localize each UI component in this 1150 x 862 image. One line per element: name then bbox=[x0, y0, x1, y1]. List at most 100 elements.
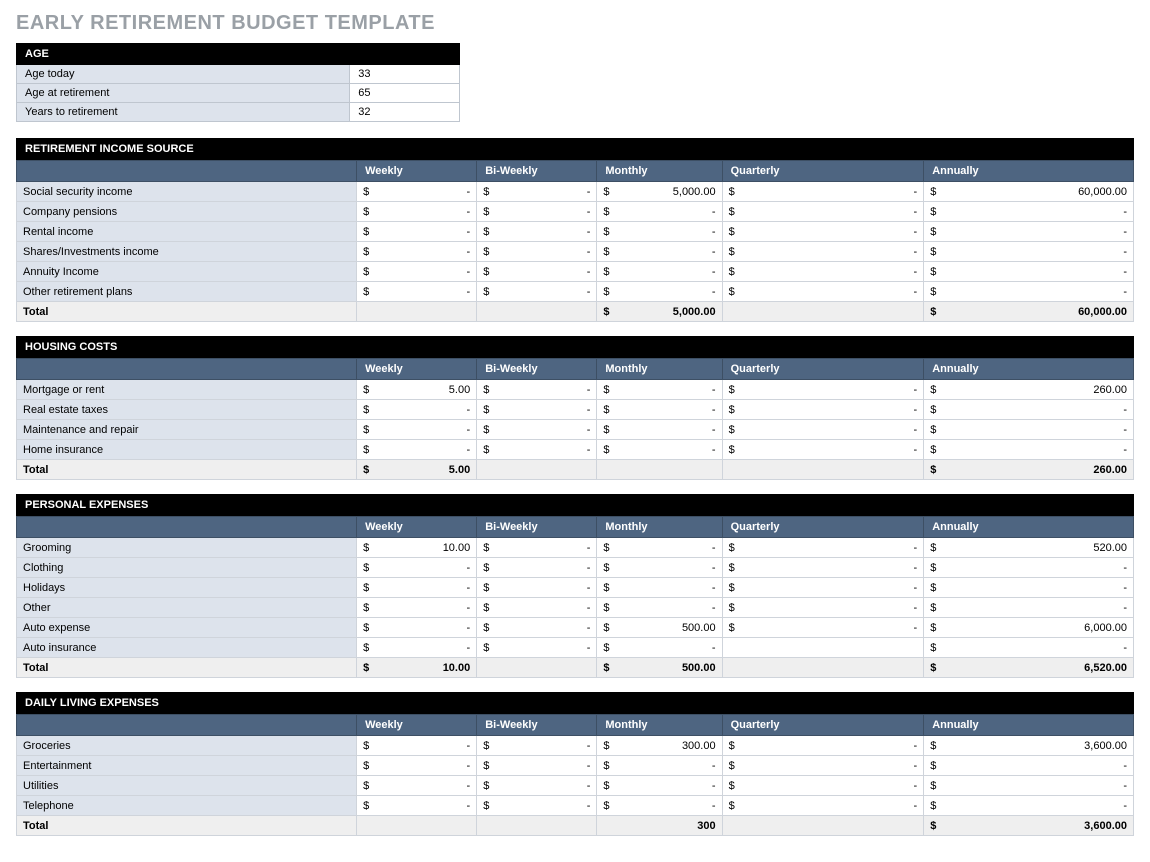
amount-cell[interactable]: - bbox=[740, 578, 923, 598]
amount-cell[interactable]: - bbox=[615, 796, 722, 816]
amount-cell[interactable]: - bbox=[740, 558, 923, 578]
amount-cell[interactable]: - bbox=[942, 222, 1133, 242]
amount-cell[interactable]: - bbox=[375, 222, 477, 242]
amount-cell[interactable]: 520.00 bbox=[942, 538, 1133, 558]
amount-cell[interactable]: - bbox=[495, 578, 597, 598]
age-value[interactable]: 33 bbox=[350, 65, 460, 84]
amount-cell[interactable]: - bbox=[740, 262, 923, 282]
amount-cell[interactable]: - bbox=[615, 222, 722, 242]
amount-cell[interactable]: 500.00 bbox=[615, 618, 722, 638]
amount-cell[interactable]: - bbox=[375, 282, 477, 302]
amount-cell[interactable]: - bbox=[740, 598, 923, 618]
amount-cell[interactable]: - bbox=[615, 578, 722, 598]
amount-cell[interactable]: - bbox=[942, 440, 1133, 460]
amount-cell[interactable]: - bbox=[375, 638, 477, 658]
amount-cell[interactable]: - bbox=[615, 420, 722, 440]
amount-cell[interactable]: 260.00 bbox=[942, 380, 1133, 400]
amount-cell[interactable]: - bbox=[375, 182, 477, 202]
amount-cell[interactable]: - bbox=[740, 400, 923, 420]
amount-cell[interactable]: - bbox=[375, 578, 477, 598]
amount-cell[interactable]: - bbox=[495, 282, 597, 302]
amount-cell[interactable]: - bbox=[740, 756, 923, 776]
amount-cell[interactable]: - bbox=[495, 638, 597, 658]
amount-cell[interactable]: - bbox=[495, 558, 597, 578]
amount-cell[interactable]: - bbox=[495, 538, 597, 558]
amount-cell[interactable]: 6,000.00 bbox=[942, 618, 1133, 638]
amount-cell[interactable]: - bbox=[740, 182, 923, 202]
amount-cell[interactable]: - bbox=[495, 242, 597, 262]
amount-cell[interactable]: - bbox=[740, 282, 923, 302]
amount-cell[interactable]: - bbox=[615, 598, 722, 618]
amount-cell[interactable]: - bbox=[375, 796, 477, 816]
amount-cell[interactable]: - bbox=[942, 756, 1133, 776]
amount-cell[interactable]: - bbox=[615, 756, 722, 776]
age-value[interactable]: 32 bbox=[350, 103, 460, 122]
amount-cell[interactable]: - bbox=[942, 400, 1133, 420]
amount-cell[interactable]: - bbox=[495, 598, 597, 618]
amount-cell[interactable]: - bbox=[615, 282, 722, 302]
amount-cell[interactable]: - bbox=[375, 420, 477, 440]
amount-cell[interactable]: - bbox=[740, 538, 923, 558]
amount-cell[interactable]: - bbox=[375, 776, 477, 796]
amount-cell[interactable]: - bbox=[615, 440, 722, 460]
amount-cell[interactable]: - bbox=[740, 420, 923, 440]
amount-cell[interactable]: - bbox=[942, 262, 1133, 282]
amount-cell[interactable]: - bbox=[942, 202, 1133, 222]
amount-cell[interactable]: - bbox=[495, 400, 597, 420]
amount-cell[interactable]: - bbox=[740, 222, 923, 242]
amount-cell[interactable]: 60,000.00 bbox=[942, 182, 1133, 202]
amount-cell[interactable]: - bbox=[942, 242, 1133, 262]
amount-cell[interactable]: - bbox=[942, 282, 1133, 302]
amount-cell[interactable]: - bbox=[495, 796, 597, 816]
amount-cell[interactable]: - bbox=[615, 380, 722, 400]
amount-cell[interactable] bbox=[740, 638, 923, 658]
amount-cell[interactable]: - bbox=[495, 756, 597, 776]
amount-cell[interactable]: - bbox=[375, 558, 477, 578]
amount-cell[interactable]: - bbox=[495, 736, 597, 756]
amount-cell[interactable]: - bbox=[495, 440, 597, 460]
amount-cell[interactable]: - bbox=[495, 776, 597, 796]
amount-cell[interactable]: - bbox=[615, 400, 722, 420]
amount-cell[interactable]: - bbox=[942, 796, 1133, 816]
amount-cell[interactable]: 3,600.00 bbox=[942, 736, 1133, 756]
amount-cell[interactable]: - bbox=[375, 242, 477, 262]
amount-cell[interactable]: - bbox=[375, 262, 477, 282]
amount-cell[interactable]: - bbox=[495, 202, 597, 222]
amount-cell[interactable]: - bbox=[495, 618, 597, 638]
amount-cell[interactable]: - bbox=[375, 756, 477, 776]
amount-cell[interactable]: - bbox=[740, 796, 923, 816]
amount-cell[interactable]: - bbox=[615, 242, 722, 262]
amount-cell[interactable]: - bbox=[740, 380, 923, 400]
amount-cell[interactable]: - bbox=[375, 400, 477, 420]
amount-cell[interactable]: - bbox=[942, 578, 1133, 598]
amount-cell[interactable]: - bbox=[942, 776, 1133, 796]
amount-cell[interactable]: 10.00 bbox=[375, 538, 477, 558]
amount-cell[interactable]: 300.00 bbox=[615, 736, 722, 756]
amount-cell[interactable]: - bbox=[740, 242, 923, 262]
amount-cell[interactable]: 5.00 bbox=[375, 380, 477, 400]
amount-cell[interactable]: - bbox=[495, 420, 597, 440]
amount-cell[interactable]: - bbox=[615, 558, 722, 578]
amount-cell[interactable]: - bbox=[375, 618, 477, 638]
age-value[interactable]: 65 bbox=[350, 84, 460, 103]
amount-cell[interactable]: - bbox=[740, 202, 923, 222]
amount-cell[interactable]: - bbox=[740, 440, 923, 460]
amount-cell[interactable]: - bbox=[942, 598, 1133, 618]
amount-cell[interactable]: - bbox=[495, 262, 597, 282]
amount-cell[interactable]: - bbox=[375, 440, 477, 460]
amount-cell[interactable]: - bbox=[495, 182, 597, 202]
amount-cell[interactable]: - bbox=[495, 380, 597, 400]
amount-cell[interactable]: - bbox=[615, 538, 722, 558]
amount-cell[interactable]: - bbox=[942, 420, 1133, 440]
amount-cell[interactable]: - bbox=[375, 736, 477, 756]
amount-cell[interactable]: - bbox=[495, 222, 597, 242]
amount-cell[interactable]: - bbox=[942, 558, 1133, 578]
amount-cell[interactable]: - bbox=[615, 262, 722, 282]
amount-cell[interactable]: - bbox=[615, 776, 722, 796]
amount-cell[interactable]: - bbox=[740, 776, 923, 796]
amount-cell[interactable]: - bbox=[942, 638, 1133, 658]
amount-cell[interactable]: - bbox=[740, 736, 923, 756]
amount-cell[interactable]: 5,000.00 bbox=[615, 182, 722, 202]
amount-cell[interactable]: - bbox=[740, 618, 923, 638]
amount-cell[interactable]: - bbox=[375, 202, 477, 222]
